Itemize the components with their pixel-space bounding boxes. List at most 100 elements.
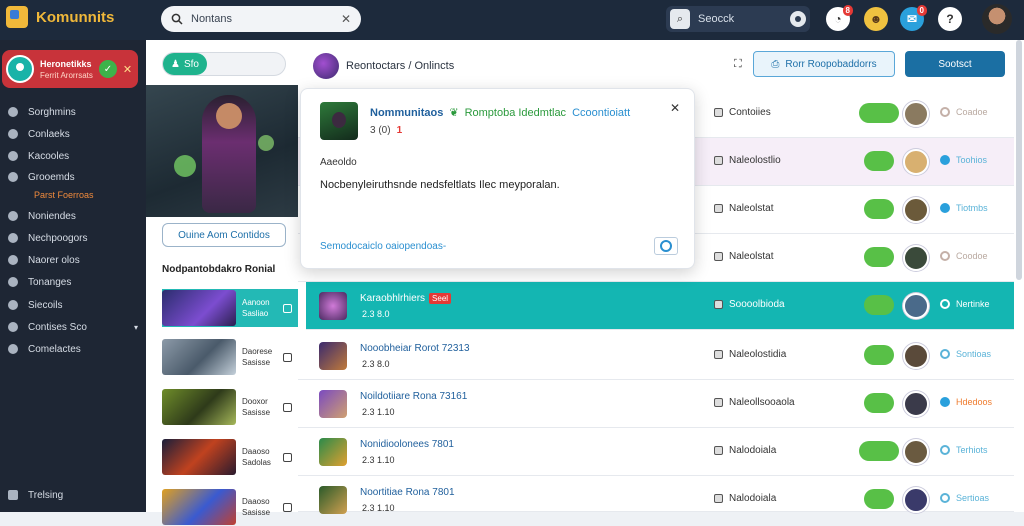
primary-button[interactable]: Sootsct [905, 51, 1005, 77]
online-button[interactable]: Ouine Aom Contidos [162, 223, 286, 247]
breadcrumb: Reontoctars / Onlincts [346, 60, 455, 72]
table-row[interactable]: Nooobheiar Rorot 72313 2.3 8.0 Naleolost… [298, 332, 1014, 380]
row-status: Nertinke [940, 299, 990, 309]
sidebar-item-8[interactable]: Tonanges [8, 273, 138, 291]
app-logo-icon [6, 6, 28, 28]
app-name: Komunnits [36, 8, 115, 26]
expand-icon[interactable]: ⛶ [734, 58, 742, 71]
tab-switch[interactable]: ♟ Sfo [162, 52, 286, 76]
share-button[interactable]: ⎙ Rorr Roopobaddorrs [753, 51, 895, 77]
status-pill[interactable] [864, 151, 894, 171]
checkbox[interactable] [283, 352, 292, 362]
list-item-line1: Daorese [242, 347, 273, 356]
row-title: Noortitiae Rona 7801 [360, 487, 455, 498]
sidebar-item-11[interactable]: Comelactes [8, 340, 138, 358]
list-item[interactable]: Aanoon Sasliao [162, 289, 298, 327]
sidebar-item-label: Nechpoogors [28, 232, 88, 244]
status-pill[interactable] [859, 441, 899, 461]
checkbox[interactable] [283, 502, 292, 512]
sidebar-item-3[interactable]: Grooemds [8, 168, 138, 186]
notification-icon[interactable]: ◔ 8 [826, 5, 853, 31]
row-avatar [319, 438, 347, 466]
profile-avatar[interactable] [982, 4, 1012, 34]
profile-card[interactable]: Heronetikks Ferrit Arorrsats ✓ ✕ [2, 50, 138, 88]
status-pill[interactable] [864, 199, 894, 219]
tab-active[interactable]: ♟ Sfo [163, 53, 207, 75]
sidebar-item-7[interactable]: Naorer olos [8, 251, 138, 269]
nav-icon [8, 322, 18, 332]
user-avatar[interactable] [903, 149, 929, 175]
help-icon[interactable]: ? [938, 7, 962, 31]
list-item[interactable]: Daaoso Sasisse [162, 488, 298, 526]
user-avatar-icon[interactable]: ☻ [864, 7, 888, 31]
user-avatar[interactable] [903, 487, 929, 513]
sidebar-item-label: Siecoils [28, 299, 63, 311]
popup-action-button[interactable] [654, 237, 678, 255]
user-avatar[interactable] [903, 101, 929, 127]
sidebar-item-0[interactable]: Sorghmins [8, 103, 138, 121]
sidebar-item-10[interactable]: Contises Sco ▾ [8, 318, 138, 336]
table-row-selected[interactable]: Karaobhlrhiers Seel 2.3 8.0 Soooolbioda N… [306, 282, 1014, 330]
user-avatar[interactable] [903, 245, 929, 271]
sidebar-bottom-item[interactable]: Trelsing [8, 486, 138, 504]
user-avatar[interactable] [903, 391, 929, 417]
status-pill[interactable] [864, 295, 894, 315]
list-item[interactable]: Dooxor Sasisse [162, 388, 298, 426]
thumbnail [162, 389, 236, 425]
left-panel: ♟ Sfo Ouine Aom Contidos Nodpantobdakro R… [146, 40, 298, 525]
popup-title-extra: Ccoontioiatt [572, 106, 631, 119]
table-row[interactable]: Noildotiiare Rona 73161 2.3 1.10 Naleoll… [298, 380, 1014, 428]
doc-icon [714, 156, 723, 165]
close-icon[interactable]: ✕ [123, 63, 132, 76]
secondary-search[interactable]: ⌕ Seocck [666, 6, 810, 32]
list-item[interactable]: Daorese Sasisse [162, 338, 298, 376]
table-row[interactable]: Noortitiae Rona 7801 2.3 1.10 Nalodoiala… [298, 476, 1014, 514]
user-avatar[interactable] [903, 439, 929, 465]
notification-badge: 8 [842, 5, 853, 16]
row-meta: 2.3 8.0 [362, 359, 390, 369]
list-item[interactable]: Daaoso Sadolas [162, 438, 298, 476]
status-pill[interactable] [859, 103, 899, 123]
row-title-text: Karaobhlrhiers [360, 293, 426, 304]
thumbnail [162, 290, 236, 326]
row-cell: Naleolostidia [714, 349, 786, 360]
row-status: Sertioas [940, 493, 989, 503]
user-avatar[interactable] [903, 343, 929, 369]
sidebar-item-2[interactable]: Kacooles [8, 147, 138, 165]
check-icon[interactable]: ✓ [98, 60, 117, 78]
status-pill[interactable] [864, 345, 894, 365]
status-pill[interactable] [864, 247, 894, 267]
record-icon[interactable] [790, 11, 806, 27]
popup-footer-link[interactable]: Semodocaiclo oaiopendoas- [320, 241, 446, 252]
sidebar-item-5[interactable]: Noniendes [8, 207, 138, 225]
messages-icon[interactable]: ✉ 0 [900, 5, 927, 31]
row-cell: Soooolbioda [714, 299, 785, 310]
row-status-text: Sontioas [956, 349, 992, 359]
status-pill[interactable] [864, 393, 894, 413]
popup-meta-text: 3 (0) [370, 125, 391, 136]
sidebar-item-9[interactable]: Siecoils [8, 296, 138, 314]
table-row[interactable]: Nonidioolonees 7801 2.3 1.10 Nalodoiala … [298, 428, 1014, 476]
checkbox[interactable] [283, 452, 292, 462]
checkbox[interactable] [283, 303, 292, 313]
status-dot-icon [940, 493, 950, 503]
close-icon[interactable]: ✕ [670, 101, 680, 115]
search-icon [171, 13, 183, 25]
clear-search-icon[interactable]: ✕ [341, 12, 351, 26]
scrollbar[interactable] [1016, 40, 1022, 280]
nav-icon [8, 172, 18, 182]
user-avatar[interactable] [903, 197, 929, 223]
sidebar-item-1[interactable]: Conlaeks [8, 125, 138, 143]
list-item-line2: Sasliao [242, 309, 269, 318]
doc-icon [714, 300, 723, 309]
app-brand[interactable]: Komunnits [6, 6, 114, 28]
sidebar-item-6[interactable]: Nechpoogors [8, 229, 138, 247]
doc-icon [714, 398, 723, 407]
thumbnail [162, 439, 236, 475]
user-avatar[interactable] [903, 293, 929, 319]
status-pill[interactable] [864, 489, 894, 509]
sidebar-subitem[interactable]: Parst Foerroas [8, 186, 138, 204]
search-input[interactable]: Nontans ✕ [161, 6, 361, 32]
checkbox[interactable] [283, 402, 292, 412]
row-status-text: Sertioas [956, 493, 990, 503]
